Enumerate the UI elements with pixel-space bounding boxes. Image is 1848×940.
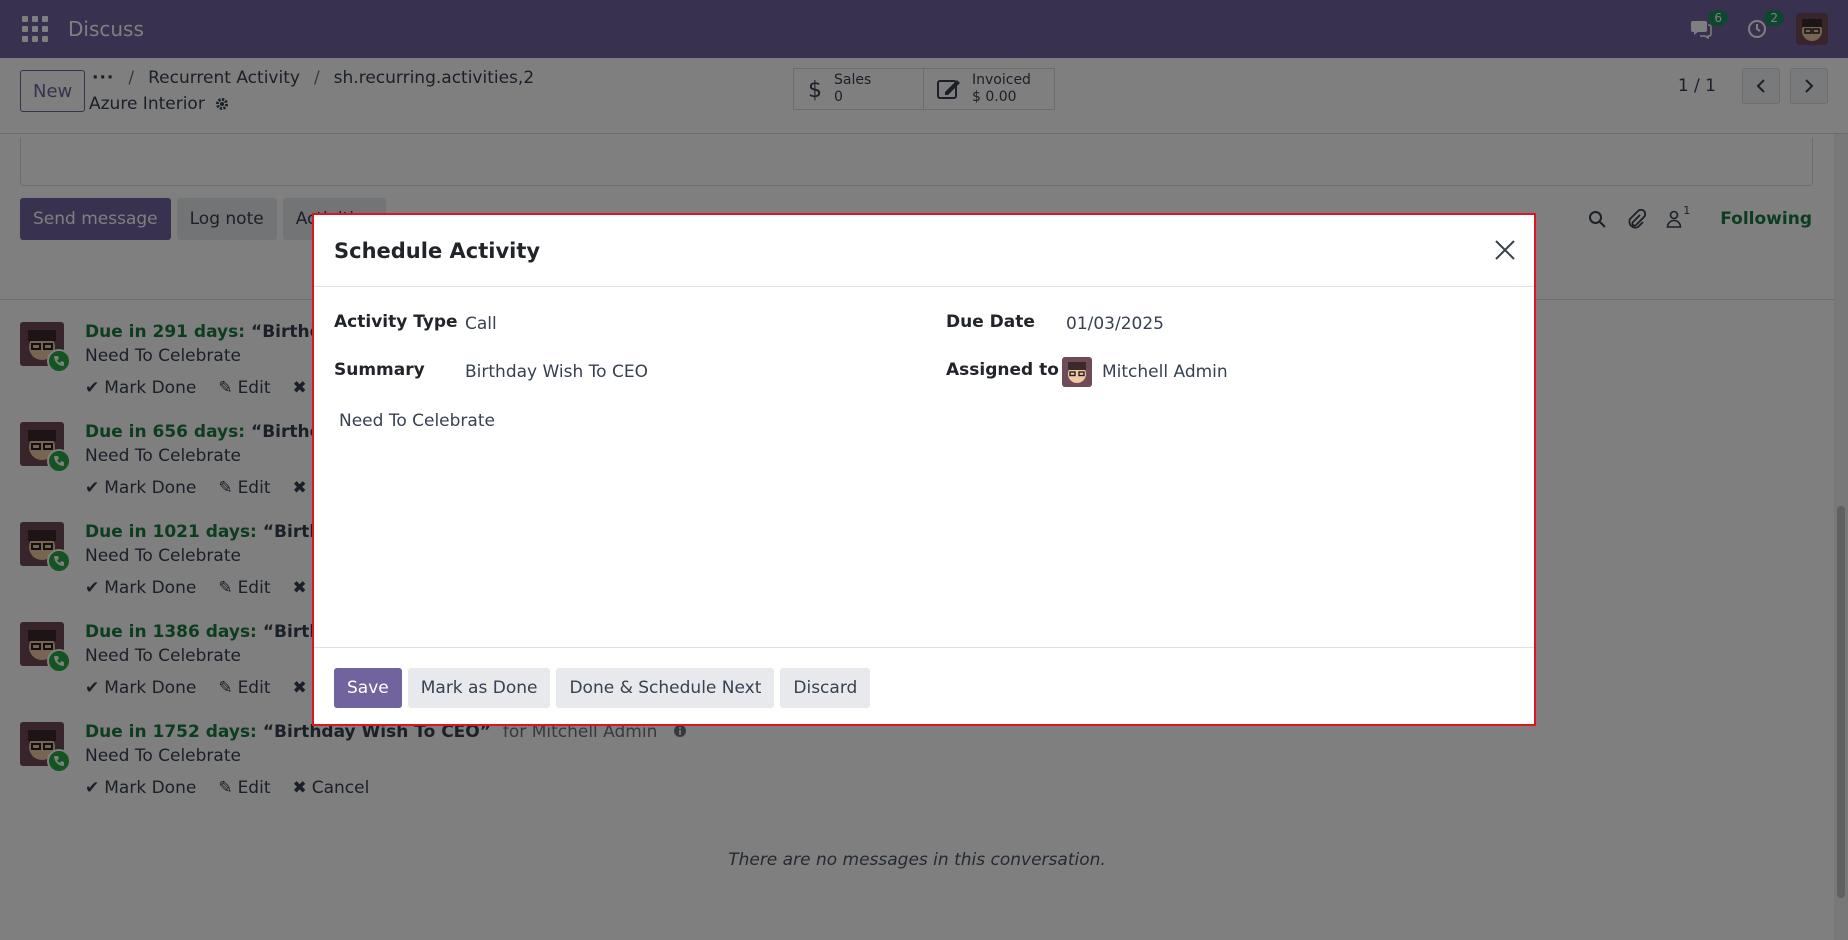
assigned-to-field[interactable]: Mitchell Admin xyxy=(1062,357,1228,387)
modal-header: Schedule Activity xyxy=(314,215,1534,287)
schedule-activity-dialog: Schedule Activity Activity Type Call Sum… xyxy=(312,213,1536,726)
summary-label: Summary xyxy=(334,360,425,380)
due-date-field[interactable]: 01/03/2025 xyxy=(1066,314,1164,334)
activity-type-label: Activity Type xyxy=(334,312,458,332)
mark-as-done-button[interactable]: Mark as Done xyxy=(407,668,551,708)
due-date-label: Due Date xyxy=(946,312,1035,332)
modal-title: Schedule Activity xyxy=(334,239,541,263)
summary-field[interactable]: Birthday Wish To CEO xyxy=(465,362,648,382)
assignee-name: Mitchell Admin xyxy=(1102,362,1228,382)
assigned-to-label: Assigned to xyxy=(946,360,1059,380)
modal-footer: Save Mark as Done Done & Schedule Next D… xyxy=(314,647,1534,724)
note-field[interactable]: Need To Celebrate xyxy=(339,411,495,431)
footer-buttons: Save Mark as Done Done & Schedule Next D… xyxy=(334,668,871,708)
activity-type-field[interactable]: Call xyxy=(465,314,497,334)
discard-button[interactable]: Discard xyxy=(780,668,871,708)
save-button[interactable]: Save xyxy=(334,668,402,708)
done-schedule-next-button[interactable]: Done & Schedule Next xyxy=(556,668,775,708)
close-icon[interactable] xyxy=(1492,237,1518,263)
assignee-avatar xyxy=(1062,357,1092,387)
